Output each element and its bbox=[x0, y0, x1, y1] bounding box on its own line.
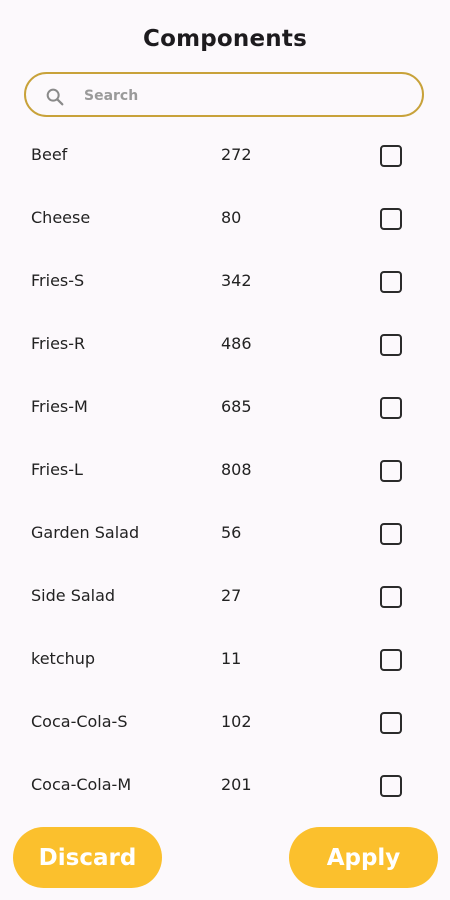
item-quantity: 56 bbox=[221, 523, 242, 542]
item-checkbox[interactable] bbox=[380, 397, 402, 419]
list-item[interactable]: Side Salad 27 bbox=[0, 565, 450, 628]
item-quantity: 685 bbox=[221, 397, 252, 416]
discard-button[interactable]: Discard bbox=[13, 827, 162, 888]
apply-button[interactable]: Apply bbox=[289, 827, 438, 888]
item-quantity: 808 bbox=[221, 460, 252, 479]
item-quantity: 102 bbox=[221, 712, 252, 731]
item-name: Side Salad bbox=[31, 586, 116, 605]
item-checkbox[interactable] bbox=[380, 334, 402, 356]
item-name: Fries-S bbox=[31, 271, 85, 290]
search-icon bbox=[46, 88, 64, 106]
page-title: Components bbox=[143, 26, 307, 52]
item-name: Coca-Cola-S bbox=[31, 712, 128, 731]
item-quantity: 201 bbox=[221, 775, 252, 794]
list-item[interactable]: Coca-Cola-S 102 bbox=[0, 691, 450, 754]
item-quantity: 486 bbox=[221, 334, 252, 353]
item-checkbox[interactable] bbox=[380, 145, 402, 167]
item-checkbox[interactable] bbox=[380, 460, 402, 482]
list-item[interactable]: Coca-Cola-M 201 bbox=[0, 754, 450, 817]
item-checkbox[interactable] bbox=[380, 271, 402, 293]
list-item[interactable]: Fries-S 342 bbox=[0, 250, 450, 313]
item-name: Fries-M bbox=[31, 397, 88, 416]
item-quantity: 342 bbox=[221, 271, 252, 290]
search-input[interactable] bbox=[82, 83, 406, 109]
components-list: Beef 272 Cheese 80 Fries-S 342 Fries-R 4… bbox=[0, 124, 450, 817]
item-name: Coca-Cola-M bbox=[31, 775, 132, 794]
list-item[interactable]: Garden Salad 56 bbox=[0, 502, 450, 565]
item-name: Fries-L bbox=[31, 460, 83, 479]
item-quantity: 80 bbox=[221, 208, 242, 227]
item-name: Cheese bbox=[31, 208, 91, 227]
item-quantity: 27 bbox=[221, 586, 242, 605]
item-checkbox[interactable] bbox=[380, 523, 402, 545]
item-checkbox[interactable] bbox=[380, 775, 402, 797]
item-name: Garden Salad bbox=[31, 523, 140, 542]
item-name: Beef bbox=[31, 145, 68, 164]
item-checkbox[interactable] bbox=[380, 649, 402, 671]
list-item[interactable]: ketchup 11 bbox=[0, 628, 450, 691]
search-bar[interactable] bbox=[24, 72, 424, 117]
item-name: Fries-R bbox=[31, 334, 86, 353]
item-quantity: 272 bbox=[221, 145, 252, 164]
list-item[interactable]: Fries-M 685 bbox=[0, 376, 450, 439]
item-checkbox[interactable] bbox=[380, 712, 402, 734]
list-item[interactable]: Cheese 80 bbox=[0, 187, 450, 250]
item-checkbox[interactable] bbox=[380, 208, 402, 230]
item-quantity: 11 bbox=[221, 649, 242, 668]
item-checkbox[interactable] bbox=[380, 586, 402, 608]
list-item[interactable]: Beef 272 bbox=[0, 124, 450, 187]
list-item[interactable]: Fries-L 808 bbox=[0, 439, 450, 502]
list-item[interactable]: Fries-R 486 bbox=[0, 313, 450, 376]
item-name: ketchup bbox=[31, 649, 96, 668]
